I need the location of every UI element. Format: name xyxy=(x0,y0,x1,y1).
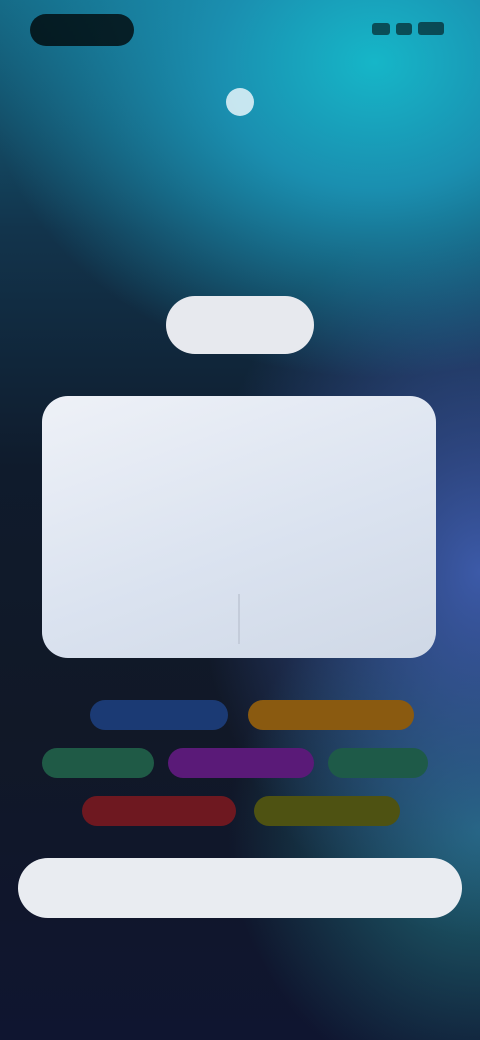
card-action-right-button[interactable] xyxy=(240,580,436,658)
tag-chip[interactable] xyxy=(42,748,154,778)
wifi-icon xyxy=(396,22,412,35)
card-actions xyxy=(42,580,436,658)
tag-chip[interactable] xyxy=(90,700,228,730)
battery-icon xyxy=(418,22,444,35)
tag-chip[interactable] xyxy=(248,700,414,730)
tag-chip[interactable] xyxy=(168,748,314,778)
pill-button[interactable] xyxy=(166,296,314,354)
primary-button[interactable] xyxy=(18,858,462,918)
tag-chip[interactable] xyxy=(328,748,428,778)
tag-list xyxy=(0,700,480,844)
card-action-left-button[interactable] xyxy=(42,580,238,658)
tag-row xyxy=(0,748,480,796)
tag-row xyxy=(0,796,480,844)
status-icons xyxy=(372,22,444,35)
status-bar xyxy=(0,14,480,46)
status-time xyxy=(30,14,134,46)
tag-chip[interactable] xyxy=(82,796,236,826)
info-card xyxy=(42,396,436,658)
sparkle-icon xyxy=(220,82,260,122)
tag-row xyxy=(0,700,480,748)
signal-icon xyxy=(372,22,390,35)
tag-chip[interactable] xyxy=(254,796,400,826)
